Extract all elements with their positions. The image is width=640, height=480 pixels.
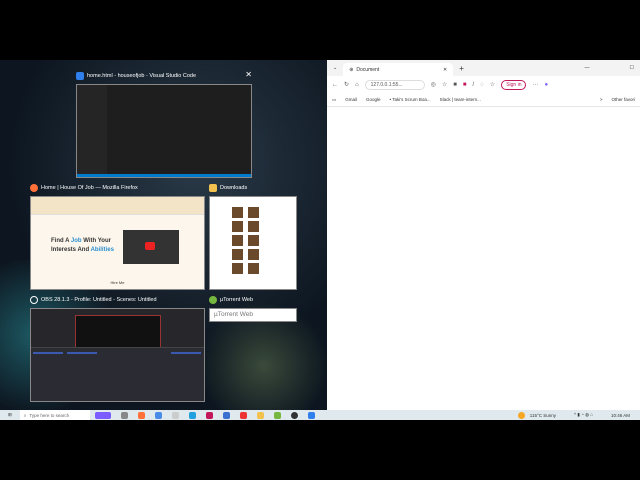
copilot-icon[interactable]: ◌ — [480, 82, 484, 88]
obs-icon — [30, 296, 38, 304]
window-title: Downloads — [220, 185, 248, 191]
taskbar: ⊞ ⌕ Type here to search 115°C Sunny ^ ▮ ◔… — [0, 410, 640, 420]
window-preview: µTorrent Web — [209, 308, 297, 322]
bookmark-slack[interactable]: Slack | team-intern... — [440, 97, 481, 102]
close-button[interactable]: ✕ — [245, 70, 252, 79]
chrome-icon[interactable] — [154, 411, 162, 419]
obs-icon[interactable] — [290, 411, 298, 419]
app-icon[interactable] — [205, 411, 213, 419]
vscode-icon[interactable] — [307, 411, 315, 419]
system-tray-icons[interactable]: ^ ▮ ◔ ◍ ⌂ — [574, 412, 593, 418]
app-icon[interactable] — [171, 411, 179, 419]
maximize-button[interactable]: ☐ — [630, 65, 634, 71]
bookmark-trello[interactable]: • Taki's Scrum Boa... — [390, 97, 431, 102]
window-title: Home | House Of Job — Mozilla Firefox — [41, 185, 138, 191]
pen-icon[interactable]: / — [473, 82, 475, 88]
globe-icon: ⊕ — [349, 66, 354, 73]
utorrent-icon[interactable] — [273, 411, 281, 419]
extension-icon[interactable]: ■ — [463, 82, 467, 88]
bookmark-import-icon[interactable]: ▭ — [332, 97, 336, 103]
new-tab-button[interactable]: + — [459, 64, 464, 73]
weather-icon[interactable] — [517, 411, 525, 419]
video-thumbnail — [123, 230, 179, 264]
more-menu-button[interactable]: ··· — [532, 82, 538, 88]
window-title: OBS 28.1.3 - Profile: Untitled - Scenes:… — [41, 297, 157, 303]
app-icon[interactable] — [239, 411, 247, 419]
firefox-icon — [30, 184, 38, 192]
favorites-icon[interactable]: ☆ — [490, 81, 495, 88]
window-preview — [209, 196, 297, 290]
search-box[interactable]: ⌕ Type here to search — [19, 410, 90, 420]
firefox-icon[interactable] — [137, 411, 145, 419]
weather-text[interactable]: 115°C Sunny — [530, 413, 556, 418]
desktop-wallpaper: home.html - houseofjob - Visual Studio C… — [0, 60, 327, 410]
search-icon: ⌕ — [23, 412, 27, 418]
hire-me-text: Hire Me — [110, 280, 125, 285]
back-icon[interactable]: ← — [332, 82, 338, 88]
snap-window-obs[interactable]: OBS 28.1.3 - Profile: Untitled - Scenes:… — [30, 294, 205, 402]
window-preview — [76, 84, 252, 178]
utorrent-icon — [209, 296, 217, 304]
address-bar[interactable]: 127.0.0.1:55... — [364, 79, 425, 90]
window-preview: Find A Job With Your Interests And Abilit… — [30, 196, 205, 290]
refresh-icon[interactable]: ↻ — [344, 81, 349, 88]
close-tab-button[interactable]: ✕ — [443, 67, 447, 73]
widgets-icon[interactable] — [94, 411, 111, 419]
folder-icon — [209, 184, 217, 192]
sign-in-button[interactable]: Sign in — [501, 79, 527, 90]
snap-window-firefox[interactable]: Home | House Of Job — Mozilla Firefox Fi… — [30, 182, 205, 290]
file-explorer-icon[interactable] — [256, 411, 264, 419]
bookmarks-overflow[interactable]: > — [600, 97, 603, 102]
edge-browser-window: ⌄ ⊕ Document ✕ + — ☐ ← ↻ ⌂ 127.0.0.1:55...… — [327, 60, 640, 410]
task-view-icon[interactable] — [120, 411, 128, 419]
bookmark-gmail[interactable]: Gmail — [345, 97, 357, 102]
clock[interactable]: 10:46 AM — [611, 413, 630, 418]
other-favorites[interactable]: Other favori — [611, 97, 635, 102]
snap-window-vscode[interactable]: home.html - houseofjob - Visual Studio C… — [76, 70, 252, 178]
window-preview — [30, 308, 205, 402]
window-title: home.html - houseofjob - Visual Studio C… — [87, 73, 197, 79]
favorite-star-icon[interactable]: ☆ — [442, 81, 447, 88]
window-title: µTorrent Web — [220, 297, 254, 303]
bookmarks-bar: ▭ Gmail Google • Taki's Scrum Boa... Sla… — [327, 93, 640, 107]
bookmark-google[interactable]: Google — [366, 97, 381, 102]
copilot-icon[interactable]: ● — [544, 82, 548, 88]
snap-window-utorrent[interactable]: µTorrent Web µTorrent Web — [209, 294, 297, 324]
tab-document[interactable]: ⊕ Document ✕ — [343, 63, 454, 76]
extension-icon[interactable]: ◎ — [431, 81, 436, 88]
edge-icon[interactable] — [188, 411, 196, 419]
minimize-button[interactable]: — — [585, 65, 590, 71]
vscode-icon — [76, 72, 84, 80]
start-button[interactable]: ⊞ — [8, 412, 12, 418]
snap-window-downloads[interactable]: Downloads — [209, 182, 297, 290]
home-icon[interactable]: ⌂ — [355, 82, 359, 88]
extension-icon[interactable]: ■ — [453, 82, 457, 88]
tab-actions-chevron-icon[interactable]: ⌄ — [333, 65, 337, 71]
app-icon[interactable] — [222, 411, 230, 419]
